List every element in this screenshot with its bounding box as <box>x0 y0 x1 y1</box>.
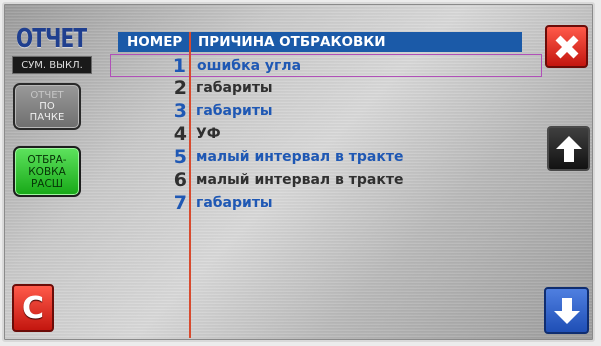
row-reason: малый интервал в тракте <box>196 149 404 165</box>
row-number: 7 <box>173 192 187 214</box>
header-number: НОМЕР <box>127 34 183 50</box>
clear-button[interactable]: C <box>12 284 54 332</box>
row-number: 4 <box>173 123 187 145</box>
report-by-pack-line3: ПАЧКЕ <box>29 112 65 123</box>
close-icon <box>555 35 578 58</box>
arrow-up-icon <box>555 135 582 162</box>
row-number: 1 <box>172 55 186 77</box>
table-row[interactable]: 2 габариты <box>110 77 542 100</box>
table-header: НОМЕР ПРИЧИНА ОТБРАКОВКИ <box>118 32 522 52</box>
table-row[interactable]: 6 малый интервал в тракте <box>110 169 542 192</box>
row-reason: малый интервал в тракте <box>196 172 404 188</box>
column-divider <box>189 32 191 338</box>
sum-off-indicator[interactable]: СУМ. ВЫКЛ. <box>12 56 92 74</box>
table-row[interactable]: 1 ошибка угла <box>110 54 542 77</box>
scroll-down-button[interactable] <box>544 287 589 334</box>
table-row[interactable]: 7 габариты <box>110 192 542 215</box>
clear-button-label: C <box>21 290 45 326</box>
row-reason: УФ <box>196 126 221 142</box>
row-number: 6 <box>173 169 187 191</box>
report-by-pack-button[interactable]: ОТЧЕТ ПО ПАЧКЕ <box>13 83 81 130</box>
arrow-down-icon <box>553 297 580 324</box>
row-number: 3 <box>173 100 187 122</box>
reject-line1: ОТБРА- <box>27 153 67 166</box>
reject-line2: КОВКА <box>28 165 66 178</box>
close-button[interactable] <box>545 25 588 68</box>
page-title: ОТЧЕТ <box>16 24 87 54</box>
reject-report-button[interactable]: ОТБРА- КОВКА РАСШ <box>13 146 81 197</box>
row-reason: габариты <box>196 103 273 119</box>
report-by-pack-line1: ОТЧЕТ <box>30 90 64 101</box>
table-row[interactable]: 3 габариты <box>110 100 542 123</box>
header-reason: ПРИЧИНА ОТБРАКОВКИ <box>198 34 386 50</box>
table-row[interactable]: 5 малый интервал в тракте <box>110 146 542 169</box>
row-number: 2 <box>173 77 187 99</box>
scroll-up-button[interactable] <box>547 126 590 171</box>
row-reason: габариты <box>196 80 273 96</box>
row-number: 5 <box>173 146 187 168</box>
table-row[interactable]: 4 УФ <box>110 123 542 146</box>
row-reason: ошибка угла <box>197 58 302 74</box>
row-reason: габариты <box>196 195 273 211</box>
report-by-pack-line2: ПО <box>39 101 55 112</box>
reject-line3: РАСШ <box>30 177 64 190</box>
